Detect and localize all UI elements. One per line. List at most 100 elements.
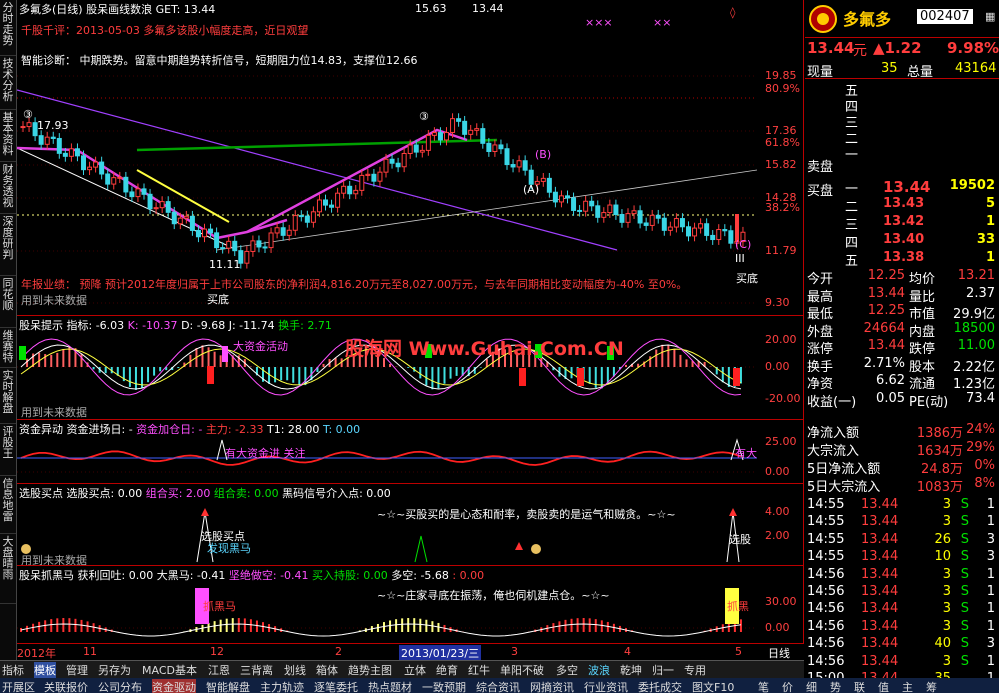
bottom-tab[interactable]: 图文F10 <box>692 679 734 693</box>
pick-combo-sell: 组合卖: 0.00 <box>213 487 279 500</box>
logo-icon <box>809 5 837 33</box>
indicator-tab[interactable]: 立体 <box>404 662 426 678</box>
indicator-tab[interactable]: 三背离 <box>240 662 273 678</box>
wave-label-C: (C) <box>735 238 752 251</box>
candle-body <box>93 161 99 168</box>
total-vol-label: 总量 <box>907 65 934 80</box>
left-tab-1[interactable]: 技术分析 <box>0 56 16 110</box>
close-panel-icon[interactable]: ▦ <box>985 10 995 23</box>
bottom-tab[interactable]: 公司分布 <box>98 679 142 693</box>
left-tab-3[interactable]: 财务透视 <box>0 162 16 214</box>
left-tab-0[interactable]: 分时走势 <box>0 0 16 56</box>
left-tab-9[interactable]: 信息地雷 <box>0 476 16 534</box>
left-tab-7[interactable]: 实时解盘 <box>0 368 16 424</box>
bottom-tab[interactable]: 开展区 <box>2 679 35 693</box>
price-pane[interactable]: 多氟多(日线) 股呆画线数浪 GET: 13.44 15.63 13.44 千股… <box>17 0 804 316</box>
candle-body <box>625 213 631 223</box>
bottom-tab[interactable]: 热点题材 <box>368 679 412 693</box>
flow-value: 1083万 <box>916 480 963 495</box>
candle-body <box>232 240 238 252</box>
indicator-tab[interactable]: 趋势主图 <box>348 662 392 678</box>
wave-label-B: (B) <box>535 148 552 161</box>
indicator-tab[interactable]: 管理 <box>66 662 88 678</box>
pick-black-horse-label: 发现黑马 <box>207 542 251 555</box>
black-horse-pane[interactable]: 股呆抓黑马 获利回吐: 0.00 大黑马: -0.41 坚绝做空: -0.41 … <box>17 566 804 644</box>
tick-count: 1 <box>986 653 995 669</box>
bottom-tab[interactable]: 行业资讯 <box>584 679 628 693</box>
tick-side: S <box>960 584 969 599</box>
left-tab-6[interactable]: 维赛特 <box>0 328 16 368</box>
bottom-tab[interactable]: 一致预期 <box>422 679 466 693</box>
bottom-tab[interactable]: 委托成交 <box>638 679 682 693</box>
stock-pick-pane[interactable]: 选股买点 选股买点: 0.00 组合买: 2.00 组合卖: 0.00 黑码信号… <box>17 484 804 566</box>
bottom-tab[interactable]: 资金驱动 <box>152 679 196 693</box>
left-tab-10[interactable]: 大盘晴雨 <box>0 534 16 604</box>
bottom-tab[interactable]: 细 <box>806 679 817 693</box>
tick-price: 13.44 <box>861 601 899 617</box>
buy-signal <box>733 368 740 386</box>
bottom-tab[interactable]: 筹 <box>926 679 937 693</box>
candle-body <box>486 142 492 152</box>
chart-area[interactable]: 多氟多(日线) 股呆画线数浪 GET: 13.44 15.63 13.44 千股… <box>17 0 804 660</box>
capital-flow-pane[interactable]: 资金异动 资金进场日: - 资金加仓日: - 主力: -2.33 T1: 28.… <box>17 420 804 484</box>
bottom-tab[interactable]: 笔 <box>758 679 769 693</box>
bottom-tab[interactable]: 综合资讯 <box>476 679 520 693</box>
bottom-tab[interactable]: 价 <box>782 679 793 693</box>
flow-pct: 8% <box>974 476 995 491</box>
indicator-tab[interactable]: 红牛 <box>468 662 490 678</box>
indicator-tab[interactable]: 划线 <box>284 662 306 678</box>
indicator-tab[interactable]: 另存为 <box>98 662 131 678</box>
candle-body <box>704 223 710 236</box>
smart-diagnosis: 智能诊断： 中期跌势。留意中期趋势转折信号，短期阻力位14.83，支撑位12.6… <box>21 54 418 67</box>
tick-side: S <box>960 514 969 530</box>
left-tab-4[interactable]: 深度研判 <box>0 214 16 276</box>
indicator-tab[interactable]: 箱体 <box>316 662 338 678</box>
horse-title-row: 股呆抓黑马 获利回吐: 0.00 大黑马: -0.41 坚绝做空: -0.41 … <box>19 567 484 583</box>
kdj-title: 股呆提示 指标: -6.03 <box>19 319 125 332</box>
indicator-tab[interactable]: 专用 <box>684 662 706 678</box>
bottom-tab[interactable]: 智能解盘 <box>206 679 250 693</box>
indicator-tab[interactable]: 归一 <box>652 662 674 678</box>
bottom-tab[interactable]: 主力轨迹 <box>260 679 304 693</box>
indicator-tab[interactable]: 波浪 <box>588 662 610 678</box>
indicator-tab[interactable]: 江恩 <box>208 662 230 678</box>
indicator-tab-bar[interactable]: 指标 模板 管理 另存为 MACD基本 江恩 三背离 划线 箱体 趋势主图 立体 绝育 红牛 单阳不破 多空… <box>0 660 804 678</box>
period-mode[interactable]: 日线 <box>768 645 790 660</box>
now-vol-label: 现量 <box>807 65 834 80</box>
bottom-function-bar[interactable]: 开展区 关联报价 公司分布 资金驱动 智能解盘 主力轨迹 逐笔委托 热点题材 一致预期 综合资讯网… <box>0 678 999 693</box>
bottom-tab[interactable]: 联 <box>854 679 865 693</box>
stat-label: PE(动) <box>909 394 949 410</box>
indicator-tab[interactable]: 指标 <box>2 662 24 678</box>
kdj-turnover: 换手: 2.71 <box>278 319 332 332</box>
tick-count: 1 <box>986 618 995 634</box>
left-tab-5[interactable]: 同花顺 <box>0 276 16 328</box>
candle-body <box>607 204 613 214</box>
expand-toggle[interactable]: ◊ <box>730 6 735 19</box>
price-plot[interactable] <box>17 0 804 316</box>
bottom-tab[interactable]: 势 <box>830 679 841 693</box>
bottom-tab[interactable]: 主 <box>902 679 913 693</box>
date-label: 12 <box>210 645 224 658</box>
indicator-tab[interactable]: 绝育 <box>436 662 458 678</box>
bottom-tab[interactable]: 网摘资讯 <box>530 679 574 693</box>
candle-body <box>38 135 44 145</box>
indicator-tab[interactable]: 乾坤 <box>620 662 642 678</box>
tick-side: S <box>960 531 969 547</box>
indicator-tab[interactable]: MACD基本 <box>142 662 197 678</box>
bottom-tab[interactable]: 逐笔委托 <box>314 679 358 693</box>
axis-tick: 30.00 <box>765 595 797 608</box>
capital-add-day: 资金加仓日: - <box>136 423 203 436</box>
left-tab-8[interactable]: 评股王 <box>0 424 16 476</box>
indicator-pane-kdj[interactable]: 股呆提示 指标: -6.03 K: -10.37 D: -9.68 J: -11… <box>17 316 804 420</box>
stat-value: 24664 <box>863 320 905 336</box>
bottom-tab[interactable]: 值 <box>878 679 889 693</box>
capital-t: T: 0.00 <box>322 423 361 436</box>
candle-body <box>329 204 335 208</box>
tick-count: 3 <box>986 549 995 565</box>
indicator-tab[interactable]: 模板 <box>34 662 56 678</box>
stock-title: 多氟多(日线) <box>19 3 83 16</box>
bottom-tab[interactable]: 关联报价 <box>44 679 88 693</box>
left-tab-2[interactable]: 基本资料 <box>0 110 16 162</box>
indicator-tab[interactable]: 单阳不破 <box>500 662 544 678</box>
indicator-tab[interactable]: 多空 <box>556 662 578 678</box>
